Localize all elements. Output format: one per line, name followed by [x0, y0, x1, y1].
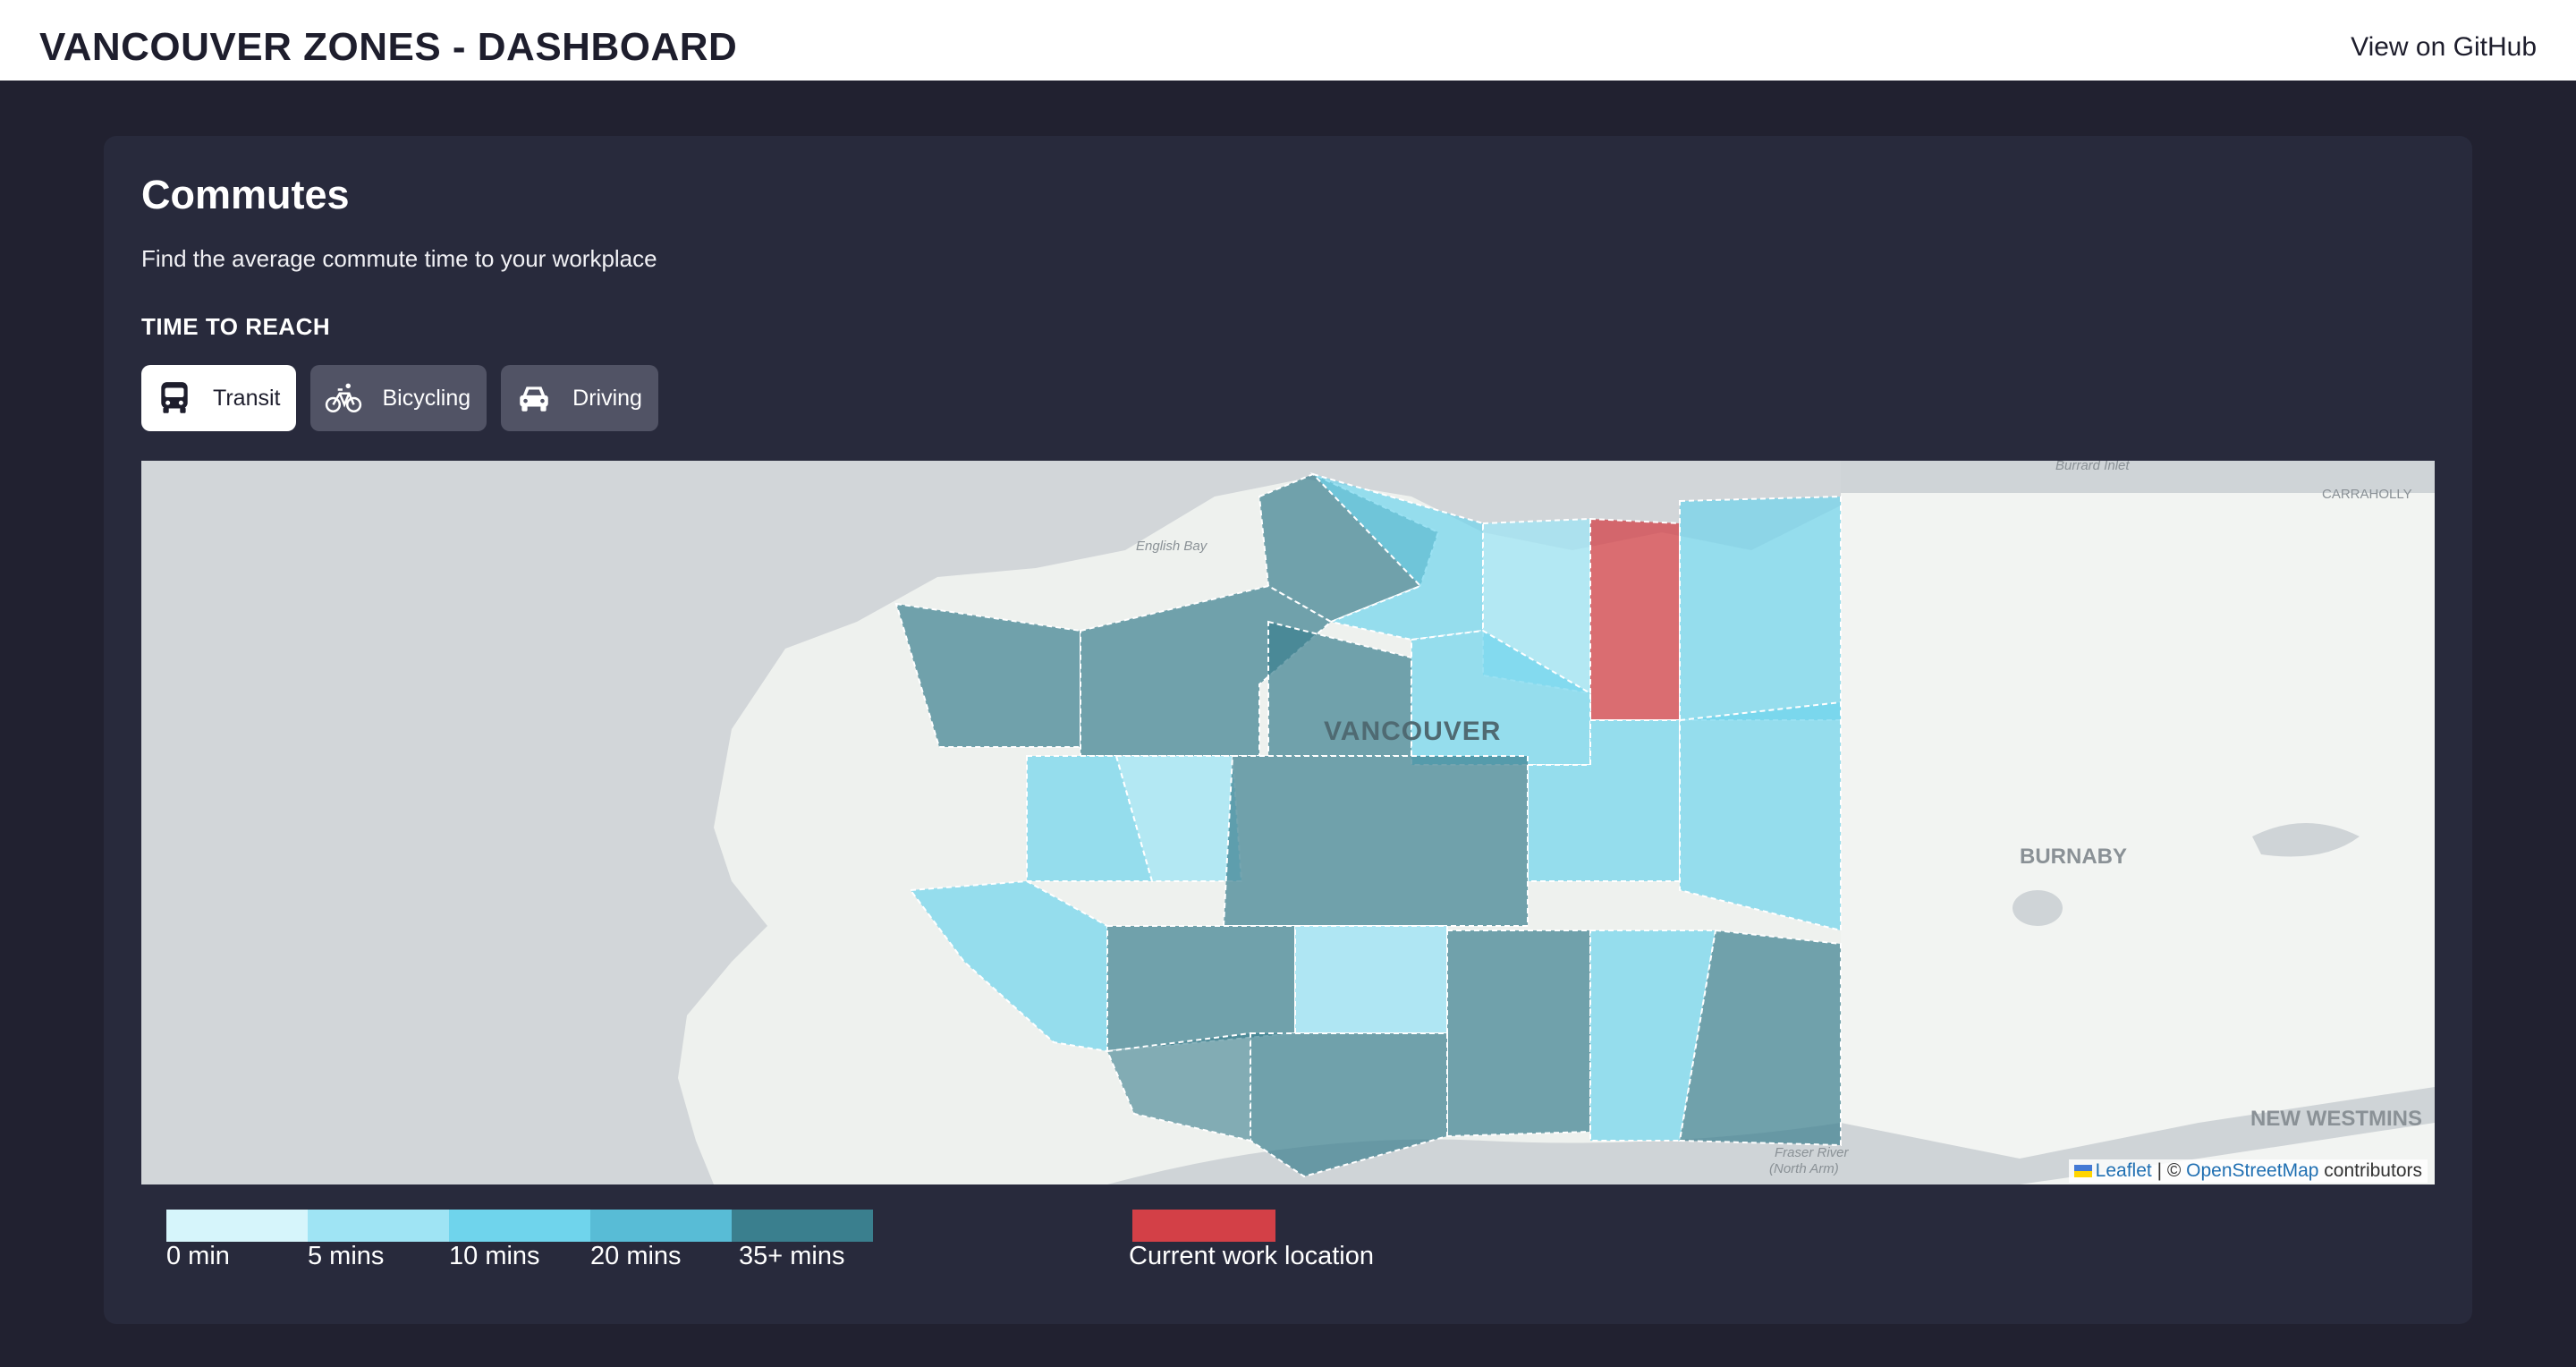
zone — [1106, 925, 1296, 1053]
map-canvas: English Bay VANCOUVER Burrard Inlet CARR… — [678, 461, 2435, 1184]
legend-swatch — [166, 1210, 308, 1242]
driving-label: Driving — [572, 385, 642, 411]
legend-swatch — [732, 1210, 873, 1242]
legend-label: 10 mins — [449, 1242, 540, 1270]
github-link[interactable]: View on GitHub — [2351, 32, 2537, 63]
section-label: TIME TO REACH — [141, 313, 331, 340]
legend-swatch — [590, 1210, 732, 1242]
transit-button[interactable]: Transit — [141, 365, 297, 431]
legend-swatch — [449, 1210, 590, 1242]
ukraine-flag-icon — [2073, 1165, 2092, 1178]
place-label: English Bay — [1136, 539, 1208, 554]
zone — [1222, 755, 1529, 927]
zone — [1679, 495, 1842, 721]
legend-label: 5 mins — [308, 1242, 385, 1270]
legend-label: 20 mins — [590, 1242, 682, 1270]
place-label: Fraser River — [1775, 1145, 1850, 1160]
attribution-separator: | © — [2157, 1160, 2182, 1181]
zone — [1679, 700, 1842, 932]
legend-swatch — [308, 1210, 449, 1242]
zone — [1446, 930, 1591, 1138]
place-label: BURNABY — [2020, 845, 2127, 869]
attribution-contributors: contributors — [2324, 1160, 2422, 1181]
app-title: VANCOUVER ZONES - DASHBOARD — [39, 25, 738, 69]
zone — [1294, 925, 1448, 1034]
zone — [1589, 517, 1681, 721]
panel-title: Commutes — [141, 172, 350, 217]
panel-subtitle: Find the average commute time to your wo… — [141, 245, 657, 272]
bicycle-icon — [326, 383, 362, 412]
deer-lake — [2012, 890, 2063, 926]
bicycling-label: Bicycling — [382, 385, 471, 411]
place-label: CARRAHOLLY — [2322, 487, 2412, 502]
top-bar: VANCOUVER ZONES - DASHBOARD View on GitH… — [0, 0, 2576, 81]
bus-icon — [161, 382, 188, 413]
work-location-swatch — [1132, 1210, 1275, 1242]
time-legend — [166, 1210, 873, 1242]
map-attribution: Leaflet | © OpenStreetMap contributors — [2068, 1159, 2428, 1183]
car-icon — [520, 386, 548, 412]
place-label: NEW WESTMINS — [2250, 1107, 2422, 1131]
osm-link[interactable]: OpenStreetMap — [2186, 1160, 2318, 1181]
leaflet-link[interactable]: Leaflet — [2096, 1160, 2152, 1181]
zone-map[interactable]: English Bay VANCOUVER Burrard Inlet CARR… — [141, 461, 2435, 1184]
legend-label: 0 min — [166, 1242, 230, 1270]
transit-label: Transit — [213, 385, 281, 411]
mode-selector: Transit Bicycling Driving — [141, 365, 658, 431]
place-label: (North Arm) — [1769, 1161, 1839, 1176]
place-label: VANCOUVER — [1324, 717, 1501, 746]
work-location-label: Current work location — [1129, 1242, 1374, 1270]
driving-button[interactable]: Driving — [501, 365, 658, 431]
place-label: Burrard Inlet — [2055, 461, 2130, 473]
bicycling-button[interactable]: Bicycling — [310, 365, 487, 431]
legend-label: 35+ mins — [739, 1242, 845, 1270]
